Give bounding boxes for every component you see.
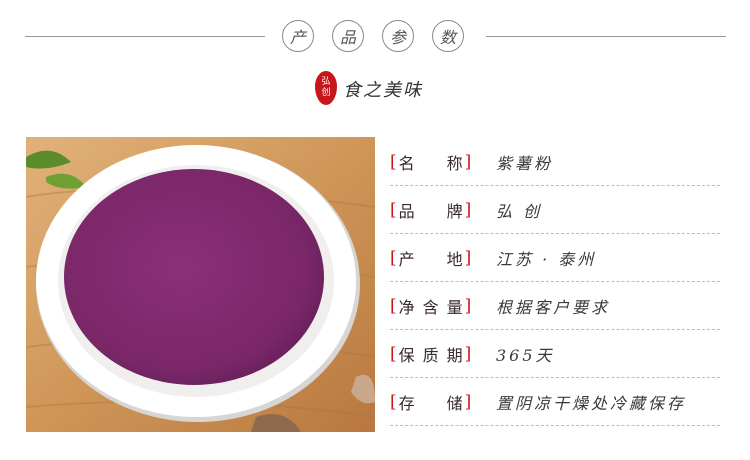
- spec-value: 根据客户要求: [496, 297, 611, 317]
- spec-row-name: [名称] 紫薯粉: [390, 138, 720, 186]
- seal-char-1: 弘: [321, 77, 331, 87]
- spec-row-storage: [存储] 置阴凉干燥处冷藏保存: [390, 378, 720, 426]
- subtitle: 食之美味: [343, 80, 423, 101]
- product-photo: [26, 137, 375, 432]
- seal-char-2: 创: [321, 88, 331, 98]
- spec-value: 弘 创: [496, 201, 543, 221]
- spec-row-origin: [产地] 江苏 · 泰州: [390, 234, 720, 282]
- title-char-4: 数: [432, 20, 464, 52]
- spec-value: 置阴凉干燥处冷藏保存: [496, 393, 687, 413]
- title-char-1: 产: [282, 20, 314, 52]
- spec-row-net-content: [净含量] 根据客户要求: [390, 282, 720, 330]
- spec-value: 365天: [496, 345, 555, 365]
- spec-label: [保质期]: [390, 343, 472, 365]
- brand-seal: 弘 创: [315, 71, 337, 105]
- title-char-2: 品: [332, 20, 364, 52]
- spec-label: [净含量]: [390, 295, 472, 317]
- spec-label: [产地]: [390, 247, 472, 269]
- header-divider-left: [25, 36, 265, 37]
- spec-value: 紫薯粉: [496, 153, 554, 173]
- spec-value: 江苏 · 泰州: [496, 249, 597, 269]
- powder-plate-icon: [26, 137, 375, 432]
- spec-label: [品牌]: [390, 199, 472, 221]
- spec-label: [存储]: [390, 391, 472, 413]
- spec-label: [名称]: [390, 151, 472, 173]
- title-char-3: 参: [382, 20, 414, 52]
- spec-table: [名称] 紫薯粉 [品牌] 弘 创 [产地] 江苏 · 泰州 [净含量] 根据客…: [390, 138, 720, 426]
- spec-row-shelf-life: [保质期] 365天: [390, 330, 720, 378]
- spec-row-brand: [品牌] 弘 创: [390, 186, 720, 234]
- header-divider-right: [486, 36, 726, 37]
